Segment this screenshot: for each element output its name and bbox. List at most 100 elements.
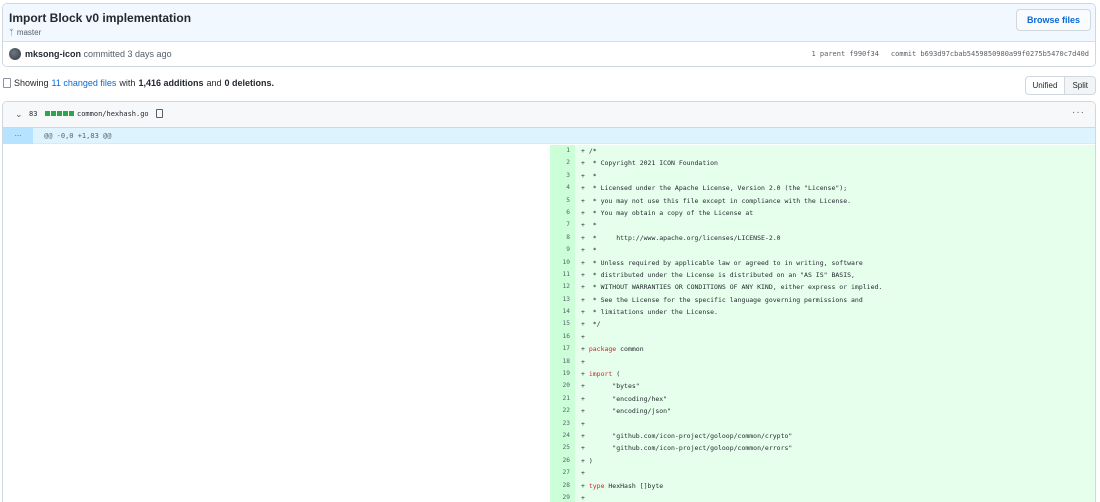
line-number[interactable]: 21	[550, 392, 575, 406]
author-link[interactable]: mksong-icon	[25, 49, 81, 59]
line-number[interactable]: 19	[550, 368, 575, 381]
right-pane: 1 + /* 2 + * Copyright 2021 ICON Foundation…	[550, 145, 1095, 502]
branch-name: master	[16, 28, 42, 37]
line-number[interactable]: 17	[550, 343, 575, 356]
code-line: 18 +	[550, 355, 1095, 369]
avatar[interactable]	[9, 48, 21, 60]
code-text: + "github.com/icon-project/goloop/common…	[581, 431, 793, 440]
code-text: + * http://www.apache.org/licenses/LICEN…	[581, 233, 781, 242]
code-line: 10 + * Unless required by applicable law …	[550, 256, 1095, 269]
parent-sha[interactable]: 1 parent f990f34	[811, 50, 878, 58]
author-line: mksong-icon committed 3 days ago	[25, 49, 172, 59]
chevron-down-icon[interactable]: ⌄	[15, 109, 23, 120]
line-number[interactable]: 6	[550, 206, 575, 220]
git-branch-icon: ᛉ	[9, 28, 14, 37]
summary-prefix: Showing	[14, 78, 49, 88]
code-text: + * Copyright 2021 ICON Foundation	[581, 159, 718, 168]
code-line: 7 + *	[550, 219, 1095, 232]
commit-sha: commit b693d97cbab5459850980a99f0275b547…	[890, 50, 1089, 58]
diffstat-block	[63, 111, 68, 116]
line-number[interactable]: 4	[550, 182, 575, 195]
code-line: 20 + "bytes"	[550, 380, 1095, 393]
line-number[interactable]: 20	[550, 380, 575, 393]
code-line: 19 + import (	[550, 368, 1095, 381]
line-number[interactable]: 22	[550, 405, 575, 418]
summary-with: with	[119, 78, 136, 88]
code-line: 26 + )	[550, 454, 1095, 468]
line-number[interactable]: 1	[550, 145, 575, 158]
diffstat-blocks	[45, 111, 74, 116]
code-text: + type HexHash []byte	[581, 481, 664, 490]
sha-info: 1 parent f990f34 commit b693d97cbab54598…	[811, 50, 1089, 58]
expand-hunk-button[interactable]: ...	[3, 128, 33, 144]
copy-icon[interactable]	[156, 109, 163, 118]
code-line: 8 + * http://www.apache.org/licenses/LICE…	[550, 231, 1095, 245]
branch-label[interactable]: ᛉ master	[9, 28, 41, 37]
code-line: 16 +	[550, 330, 1095, 344]
commit-meta: mksong-icon committed 3 days ago 1 paren…	[3, 42, 1095, 66]
split-diff-body: 1 + /* 2 + * Copyright 2021 ICON Foundation…	[3, 145, 1095, 502]
code-text: +	[581, 357, 585, 366]
code-text: + package common	[581, 345, 644, 354]
commit-time: committed 3 days ago	[83, 49, 172, 59]
code-text: + *	[581, 171, 597, 180]
line-number[interactable]: 5	[550, 194, 575, 207]
line-number[interactable]: 9	[550, 244, 575, 257]
file-diff: ⌄ 83 common/hexhash.go ··· ... @@ -0,0 +…	[2, 101, 1096, 502]
line-number[interactable]: 28	[550, 479, 575, 492]
line-number[interactable]: 16	[550, 330, 575, 344]
file-path[interactable]: common/hexhash.go	[77, 110, 149, 118]
line-number[interactable]: 10	[550, 256, 575, 269]
code-text: + )	[581, 456, 593, 465]
browse-files-button[interactable]: Browse files	[1015, 9, 1091, 31]
commit-header: Import Block v0 implementation ᛉ master …	[2, 3, 1096, 67]
hunk-header: @@ -0,0 +1,83 @@	[44, 132, 112, 140]
diff-view-toggle: Unified Split	[1024, 76, 1096, 95]
code-line: 3 + *	[550, 169, 1095, 183]
line-number[interactable]: 7	[550, 219, 575, 232]
line-number[interactable]: 14	[550, 306, 575, 319]
line-number[interactable]: 29	[550, 491, 575, 502]
summary-and: and	[206, 78, 222, 88]
code-text: + import (	[581, 370, 621, 379]
diffstat-block	[51, 111, 56, 116]
hunk-header-row: ... @@ -0,0 +1,83 @@	[3, 128, 1095, 144]
line-number[interactable]: 27	[550, 467, 575, 480]
line-number[interactable]: 8	[550, 231, 575, 245]
changed-files-link[interactable]: 11 changed files	[52, 78, 117, 88]
commit-title: Import Block v0 implementation	[9, 11, 192, 25]
code-text: + /*	[581, 147, 597, 155]
code-text: + "encoding/json"	[581, 407, 672, 416]
code-text: + *	[581, 246, 597, 255]
code-line: 28 + type HexHash []byte	[550, 479, 1095, 492]
line-number[interactable]: 25	[550, 442, 575, 455]
line-number[interactable]: 26	[550, 454, 575, 468]
code-line: 29 +	[550, 491, 1095, 502]
code-line: 4 + * Licensed under the Apache License, …	[550, 182, 1095, 195]
code-text: +	[581, 419, 585, 428]
code-line: 1 + /*	[550, 145, 1095, 158]
line-number[interactable]: 24	[550, 429, 575, 443]
code-line: 13 + * See the License for the specific l…	[550, 293, 1095, 307]
file-header: ⌄ 83 common/hexhash.go ···	[3, 102, 1095, 128]
line-number[interactable]: 13	[550, 293, 575, 307]
line-number[interactable]: 3	[550, 169, 575, 183]
line-number[interactable]: 12	[550, 281, 575, 294]
unified-view-button[interactable]: Unified	[1026, 77, 1065, 94]
code-text: +	[581, 332, 585, 341]
line-number[interactable]: 11	[550, 268, 575, 282]
commit-title-bar: Import Block v0 implementation ᛉ master …	[3, 4, 1095, 42]
code-line: 24 + "github.com/icon-project/goloop/comm…	[550, 429, 1095, 443]
code-text: + * See the License for the specific lan…	[581, 295, 863, 304]
line-number[interactable]: 18	[550, 355, 575, 369]
line-number[interactable]: 2	[550, 157, 575, 170]
code-text: + * Unless required by applicable law or…	[581, 258, 863, 267]
split-view-button[interactable]: Split	[1064, 77, 1095, 94]
code-line: 21 + "encoding/hex"	[550, 392, 1095, 406]
line-number[interactable]: 15	[550, 318, 575, 331]
left-pane-empty	[3, 145, 550, 502]
line-number[interactable]: 23	[550, 417, 575, 430]
code-line: 14 + * limitations under the License.	[550, 306, 1095, 319]
more-options-button[interactable]: ···	[1072, 107, 1085, 118]
diffstat-block	[45, 111, 50, 116]
